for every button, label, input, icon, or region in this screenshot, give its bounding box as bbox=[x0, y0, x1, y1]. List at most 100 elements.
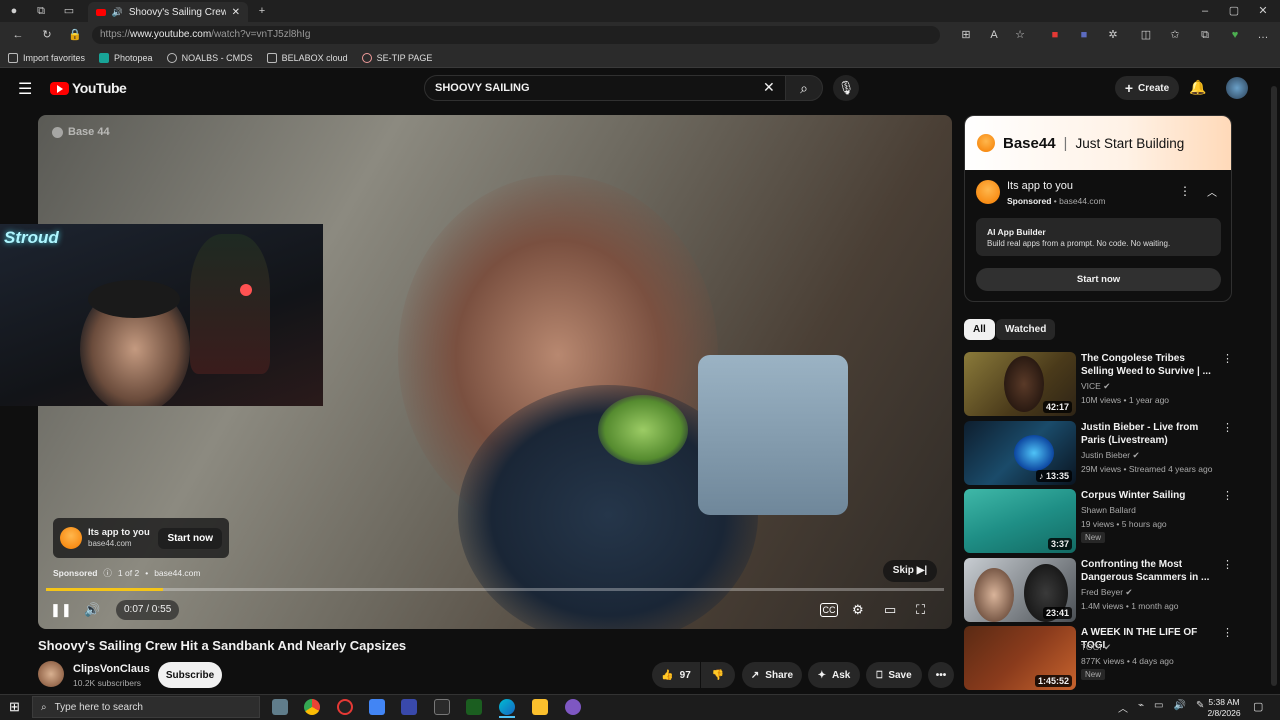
obs-icon[interactable] bbox=[337, 699, 353, 715]
task-view-icon[interactable] bbox=[272, 699, 288, 715]
bookmark-noalbs[interactable]: NOALBS - CMDS bbox=[166, 52, 253, 63]
ad-overlay-card[interactable]: Its app to you base44.com Start now bbox=[53, 518, 229, 558]
display-icon[interactable]: ▭ bbox=[1154, 700, 1163, 715]
favorite-star-icon[interactable]: ☆ bbox=[1011, 26, 1029, 44]
tab-active[interactable]: 🔊 Shoovy's Sailing Crew Hit a ✕ bbox=[88, 2, 248, 22]
search-input[interactable]: SHOOVY SAILING bbox=[424, 75, 786, 101]
ublock-extension-icon[interactable]: ■ bbox=[1046, 26, 1064, 44]
filter-chip-all[interactable]: All bbox=[964, 319, 995, 340]
more-options-icon[interactable]: ⋮ bbox=[1222, 489, 1233, 502]
recommendation-item[interactable]: 23:41 Confronting the Most Dangerous Sca… bbox=[964, 558, 1233, 622]
notifications-bell-icon[interactable]: 🔔 bbox=[1189, 79, 1206, 96]
youtube-logo[interactable]: YouTube bbox=[50, 80, 127, 96]
notification-center-icon[interactable]: ▢ bbox=[1253, 700, 1263, 713]
skip-ad-button[interactable]: Skip ▶| bbox=[883, 560, 937, 582]
subscribe-button[interactable]: Subscribe bbox=[158, 662, 222, 688]
file-explorer-icon[interactable] bbox=[532, 699, 548, 715]
filter-chip-watched[interactable]: Watched bbox=[996, 319, 1056, 340]
voice-search-button[interactable]: 🎙 bbox=[833, 75, 859, 101]
ad-more-icon[interactable]: ⋮ bbox=[1179, 184, 1191, 198]
close-window-icon[interactable]: ✕ bbox=[1254, 2, 1272, 20]
taskbar-search[interactable]: ⌕ Type here to search bbox=[32, 696, 260, 718]
ad-product-card[interactable]: AI App Builder Build real apps from a pr… bbox=[976, 218, 1221, 256]
discord-icon[interactable] bbox=[565, 699, 581, 715]
volume-icon[interactable]: 🔊 bbox=[84, 600, 100, 620]
theater-mode-icon[interactable]: ▭ bbox=[884, 600, 896, 620]
epic-games-icon[interactable] bbox=[434, 699, 450, 715]
network-icon[interactable]: ⌁ bbox=[1138, 700, 1144, 715]
extension-icon[interactable]: ■ bbox=[1075, 26, 1093, 44]
settings-gear-icon[interactable]: ⚙ bbox=[852, 600, 864, 620]
new-tab-button[interactable]: + bbox=[253, 2, 271, 20]
ad-banner[interactable]: Base44 | Just Start Building bbox=[965, 116, 1231, 170]
more-options-icon[interactable]: ⋮ bbox=[1222, 352, 1233, 365]
workspaces-icon[interactable]: ⧉ bbox=[32, 2, 50, 20]
bookmark-belabox[interactable]: BELABOX cloud bbox=[266, 52, 348, 63]
search-button[interactable]: ⌕ bbox=[785, 75, 823, 101]
bookmark-se-tip[interactable]: SE-TIP PAGE bbox=[361, 52, 432, 63]
more-actions-icon[interactable]: ••• bbox=[928, 662, 954, 688]
split-screen-icon[interactable]: ◫ bbox=[1137, 26, 1155, 44]
extensions-puzzle-icon[interactable]: ✲ bbox=[1104, 26, 1122, 44]
lock-icon[interactable]: 🔒 bbox=[66, 26, 84, 44]
favorites-icon[interactable]: ✩ bbox=[1166, 26, 1184, 44]
ad-link[interactable]: base44.com bbox=[154, 568, 200, 578]
minimize-icon[interactable]: – bbox=[1196, 2, 1214, 20]
tab-close-icon[interactable]: ✕ bbox=[232, 7, 240, 18]
share-button[interactable]: ↗ Share bbox=[742, 662, 802, 688]
volume-icon[interactable]: 🔊 bbox=[1173, 700, 1185, 715]
like-button[interactable]: 👍 97 bbox=[652, 662, 700, 688]
ask-button[interactable]: ✦ Ask bbox=[808, 662, 860, 688]
page-scrollbar[interactable] bbox=[1268, 68, 1280, 694]
video-thumbnail[interactable]: 1:45:52 bbox=[964, 626, 1076, 690]
excel-icon[interactable] bbox=[466, 699, 482, 715]
more-options-icon[interactable]: ⋮ bbox=[1222, 626, 1233, 639]
video-thumbnail[interactable]: ♪ 13:35 bbox=[964, 421, 1076, 485]
progress-track[interactable] bbox=[46, 588, 944, 591]
create-button[interactable]: + Create bbox=[1115, 76, 1179, 100]
start-windows-icon[interactable]: ⊞ bbox=[9, 699, 20, 715]
store-icon[interactable] bbox=[369, 699, 385, 715]
clock[interactable]: 5:38 AM 2/8/2026 bbox=[1202, 697, 1246, 719]
app-available-icon[interactable]: ⊞ bbox=[957, 26, 975, 44]
speaker-icon[interactable]: 🔊 bbox=[112, 7, 123, 18]
settings-more-icon[interactable]: … bbox=[1254, 26, 1272, 44]
read-aloud-icon[interactable]: A bbox=[985, 26, 1003, 44]
tab-actions-icon[interactable]: ▭ bbox=[60, 2, 78, 20]
n-app-icon[interactable] bbox=[401, 699, 417, 715]
collections-icon[interactable]: ⧉ bbox=[1196, 26, 1214, 44]
bookmark-import-favorites[interactable]: Import favorites bbox=[8, 52, 85, 63]
more-options-icon[interactable]: ⋮ bbox=[1222, 558, 1233, 571]
browser-essentials-icon[interactable]: ♥ bbox=[1226, 26, 1244, 44]
recommendation-item[interactable]: 3:37 Corpus Winter Sailing Shawn Ballard… bbox=[964, 489, 1233, 553]
save-button[interactable]: ⎕ Save bbox=[866, 662, 922, 688]
chrome-icon[interactable] bbox=[304, 699, 320, 715]
ad-start-now-button[interactable]: Start now bbox=[158, 527, 222, 549]
info-icon[interactable]: ⓘ bbox=[103, 567, 112, 579]
edge-icon[interactable] bbox=[499, 699, 515, 715]
bookmark-photopea[interactable]: Photopea bbox=[99, 52, 153, 63]
maximize-icon[interactable]: ▢ bbox=[1225, 2, 1243, 20]
dislike-button[interactable]: 👎 bbox=[701, 662, 735, 688]
recommendation-item[interactable]: 42:17 The Congolese Tribes Selling Weed … bbox=[964, 352, 1233, 416]
avatar[interactable] bbox=[1226, 77, 1248, 99]
pause-icon[interactable]: ❚❚ bbox=[50, 600, 72, 620]
video-thumbnail[interactable]: 3:37 bbox=[964, 489, 1076, 553]
clear-search-icon[interactable]: ✕ bbox=[763, 79, 775, 96]
more-options-icon[interactable]: ⋮ bbox=[1222, 421, 1233, 434]
channel-avatar[interactable] bbox=[38, 661, 64, 687]
video-thumbnail[interactable]: 23:41 bbox=[964, 558, 1076, 622]
recommendation-item[interactable]: ♪ 13:35 Justin Bieber - Live from Paris … bbox=[964, 421, 1233, 485]
tray-chevron-icon[interactable]: ︿ bbox=[1118, 700, 1128, 715]
profile-icon[interactable]: ● bbox=[5, 2, 23, 20]
sidebar-ad-cta-button[interactable]: Start now bbox=[976, 268, 1221, 291]
url-input[interactable]: https://www.youtube.com/watch?v=vnTJ5zl8… bbox=[92, 26, 940, 44]
menu-icon[interactable]: ☰ bbox=[18, 79, 32, 99]
captions-icon[interactable]: CC bbox=[820, 603, 838, 617]
reload-icon[interactable]: ↻ bbox=[38, 26, 56, 44]
back-icon[interactable]: ← bbox=[9, 26, 27, 44]
video-thumbnail[interactable]: 42:17 bbox=[964, 352, 1076, 416]
fullscreen-icon[interactable]: ⛶ bbox=[916, 600, 925, 620]
channel-name[interactable]: ClipsVonClaus bbox=[73, 663, 150, 675]
collapse-chevron-icon[interactable]: ︿ bbox=[1207, 184, 1217, 199]
